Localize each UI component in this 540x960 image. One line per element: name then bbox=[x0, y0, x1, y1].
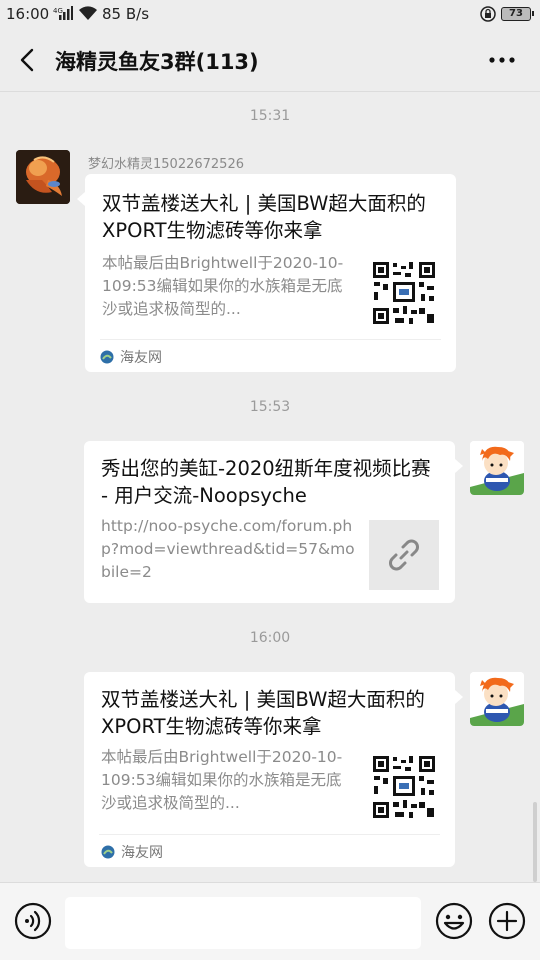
card-source-label: 海友网 bbox=[121, 845, 163, 861]
qr-code-icon bbox=[371, 754, 437, 820]
plus-icon bbox=[488, 902, 526, 940]
voice-button[interactable] bbox=[14, 902, 52, 940]
more-button[interactable] bbox=[484, 46, 520, 74]
card-description: http://noo-psyche.com/forum.php?mod=view… bbox=[101, 517, 355, 581]
sender-avatar[interactable] bbox=[16, 150, 70, 204]
wifi-icon bbox=[78, 6, 98, 25]
link-icon bbox=[389, 539, 419, 571]
message-timestamp: 15:53 bbox=[249, 399, 291, 415]
card-source: 海友网 bbox=[100, 347, 162, 367]
network-speed: 85 B/s bbox=[102, 5, 150, 23]
card-divider bbox=[99, 834, 440, 835]
card-title: 双节盖楼送大礼 | 美国BW超大面积的XPORT生物滤砖等你来拿 bbox=[101, 688, 425, 738]
card-description: 本帖最后由Brightwell于2020-10-109:53编辑如果你的水族箱是… bbox=[101, 748, 343, 812]
cartoon-boy-avatar-image bbox=[470, 672, 524, 726]
card-description: 本帖最后由Brightwell于2020-10-109:53编辑如果你的水族箱是… bbox=[102, 254, 344, 318]
chat-header: 海精灵鱼友3群(113) bbox=[0, 28, 540, 92]
input-bar bbox=[0, 882, 540, 960]
chevron-left-icon bbox=[20, 48, 34, 72]
my-avatar[interactable] bbox=[470, 672, 524, 726]
plus-button[interactable] bbox=[488, 902, 526, 940]
message-input[interactable] bbox=[65, 897, 421, 949]
voice-icon bbox=[14, 902, 52, 940]
cartoon-boy-avatar-image bbox=[470, 441, 524, 495]
emoji-icon bbox=[435, 902, 473, 940]
card-title: 秀出您的美缸-2020纽斯年度视频比赛 - 用户交流-Noopsyche bbox=[101, 457, 431, 507]
source-logo-icon bbox=[101, 845, 115, 859]
card-source-label: 海友网 bbox=[120, 350, 162, 366]
link-card[interactable]: 秀出您的美缸-2020纽斯年度视频比赛 - 用户交流-Noopsyche htt… bbox=[84, 441, 463, 603]
svg-text:4G: 4G bbox=[53, 7, 63, 15]
card-title: 双节盖楼送大礼 | 美国BW超大面积的XPORT生物滤砖等你来拿 bbox=[102, 192, 426, 242]
link-card[interactable]: 双节盖楼送大礼 | 美国BW超大面积的XPORT生物滤砖等你来拿 本帖最后由Br… bbox=[84, 672, 463, 867]
chat-title[interactable]: 海精灵鱼友3群(113) bbox=[55, 46, 259, 76]
message-timestamp: 15:31 bbox=[249, 108, 291, 124]
back-button[interactable] bbox=[12, 44, 44, 76]
battery-icon: 73 bbox=[501, 7, 534, 21]
card-divider bbox=[100, 339, 441, 340]
qr-code-thumbnail bbox=[371, 754, 437, 820]
signal-icon: 4G bbox=[53, 6, 73, 24]
status-time: 16:00 bbox=[6, 5, 50, 23]
scrollbar[interactable] bbox=[533, 802, 537, 882]
qr-code-icon bbox=[371, 260, 437, 326]
fish-avatar-image bbox=[16, 150, 70, 204]
my-avatar[interactable] bbox=[470, 441, 524, 495]
more-dots-icon bbox=[489, 57, 515, 63]
sender-name: 梦幻水精灵15022672526 bbox=[88, 157, 244, 172]
emoji-button[interactable] bbox=[435, 902, 473, 940]
rotation-lock-icon bbox=[480, 6, 496, 26]
status-bar: 16:00 4G 85 B/s 73 bbox=[0, 0, 540, 28]
link-thumbnail bbox=[369, 520, 439, 590]
card-source: 海友网 bbox=[101, 842, 163, 862]
source-logo-icon bbox=[100, 350, 114, 364]
message-timestamp: 16:00 bbox=[249, 630, 291, 646]
link-card[interactable]: 双节盖楼送大礼 | 美国BW超大面积的XPORT生物滤砖等你来拿 本帖最后由Br… bbox=[77, 174, 456, 372]
qr-code-thumbnail bbox=[371, 260, 437, 326]
